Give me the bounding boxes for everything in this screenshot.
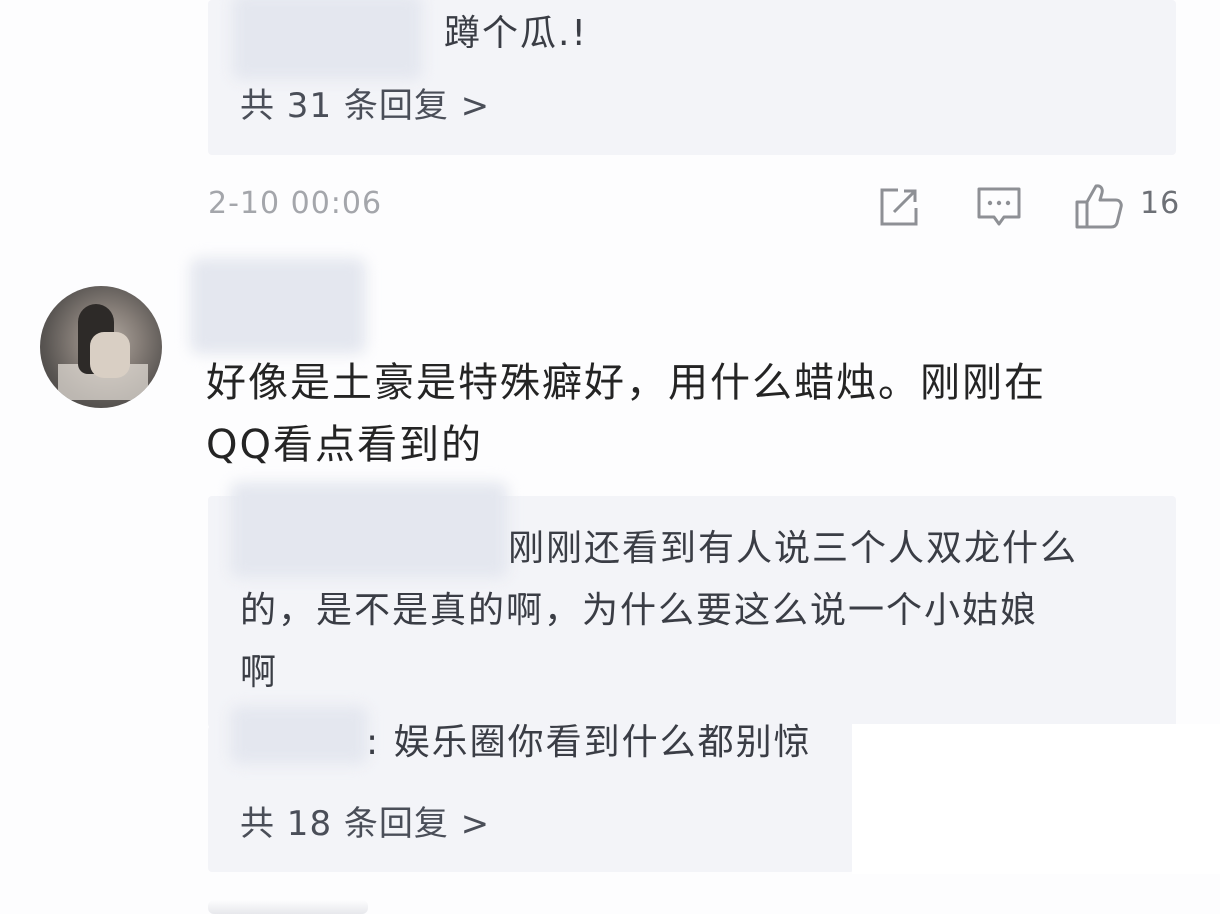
- like-count: 16: [1140, 186, 1181, 221]
- comment-text-line: QQ看点看到的: [206, 422, 483, 468]
- reply-text: 刚刚还看到有人说三个人双龙什么: [508, 528, 1079, 569]
- blurred-username: [190, 258, 366, 354]
- reply-item: 刚刚还看到有人说三个人双龙什么: [508, 518, 1078, 580]
- thumbs-up-icon[interactable]: [1074, 182, 1124, 230]
- blurred-username: [230, 482, 508, 578]
- comment-timestamp-cutoff: [208, 900, 368, 914]
- comment-timestamp: 2-10 00:06: [208, 186, 383, 221]
- reply-item: 的，是不是真的啊，为什么要这么说一个小姑娘 啊: [240, 580, 1170, 704]
- blurred-username: [230, 706, 368, 764]
- reply-text: : 娱乐圈你看到什么都别惊: [366, 722, 812, 763]
- avatar[interactable]: [40, 286, 162, 408]
- more-replies-link-top[interactable]: 共 31 条回复 >: [240, 78, 490, 127]
- reply-snippet: 蹲个瓜.!: [444, 13, 588, 54]
- reply-text: 啊: [240, 652, 279, 693]
- cover-patch: [852, 724, 1220, 874]
- share-icon[interactable]: [878, 186, 920, 228]
- reply-item: : 娱乐圈你看到什么都别惊: [366, 712, 812, 774]
- comment-text: 好像是土豪是特殊癖好，用什么蜡烛。刚刚在 QQ看点看到的: [206, 352, 1206, 476]
- comment-text-line: 好像是土豪是特殊癖好，用什么蜡烛。刚刚在: [206, 360, 1046, 406]
- more-replies-link[interactable]: 共 18 条回复 >: [240, 796, 490, 845]
- comment-icon[interactable]: [976, 186, 1022, 228]
- blurred-username: [232, 0, 422, 80]
- reply-text: 的，是不是真的啊，为什么要这么说一个小姑娘: [240, 590, 1039, 631]
